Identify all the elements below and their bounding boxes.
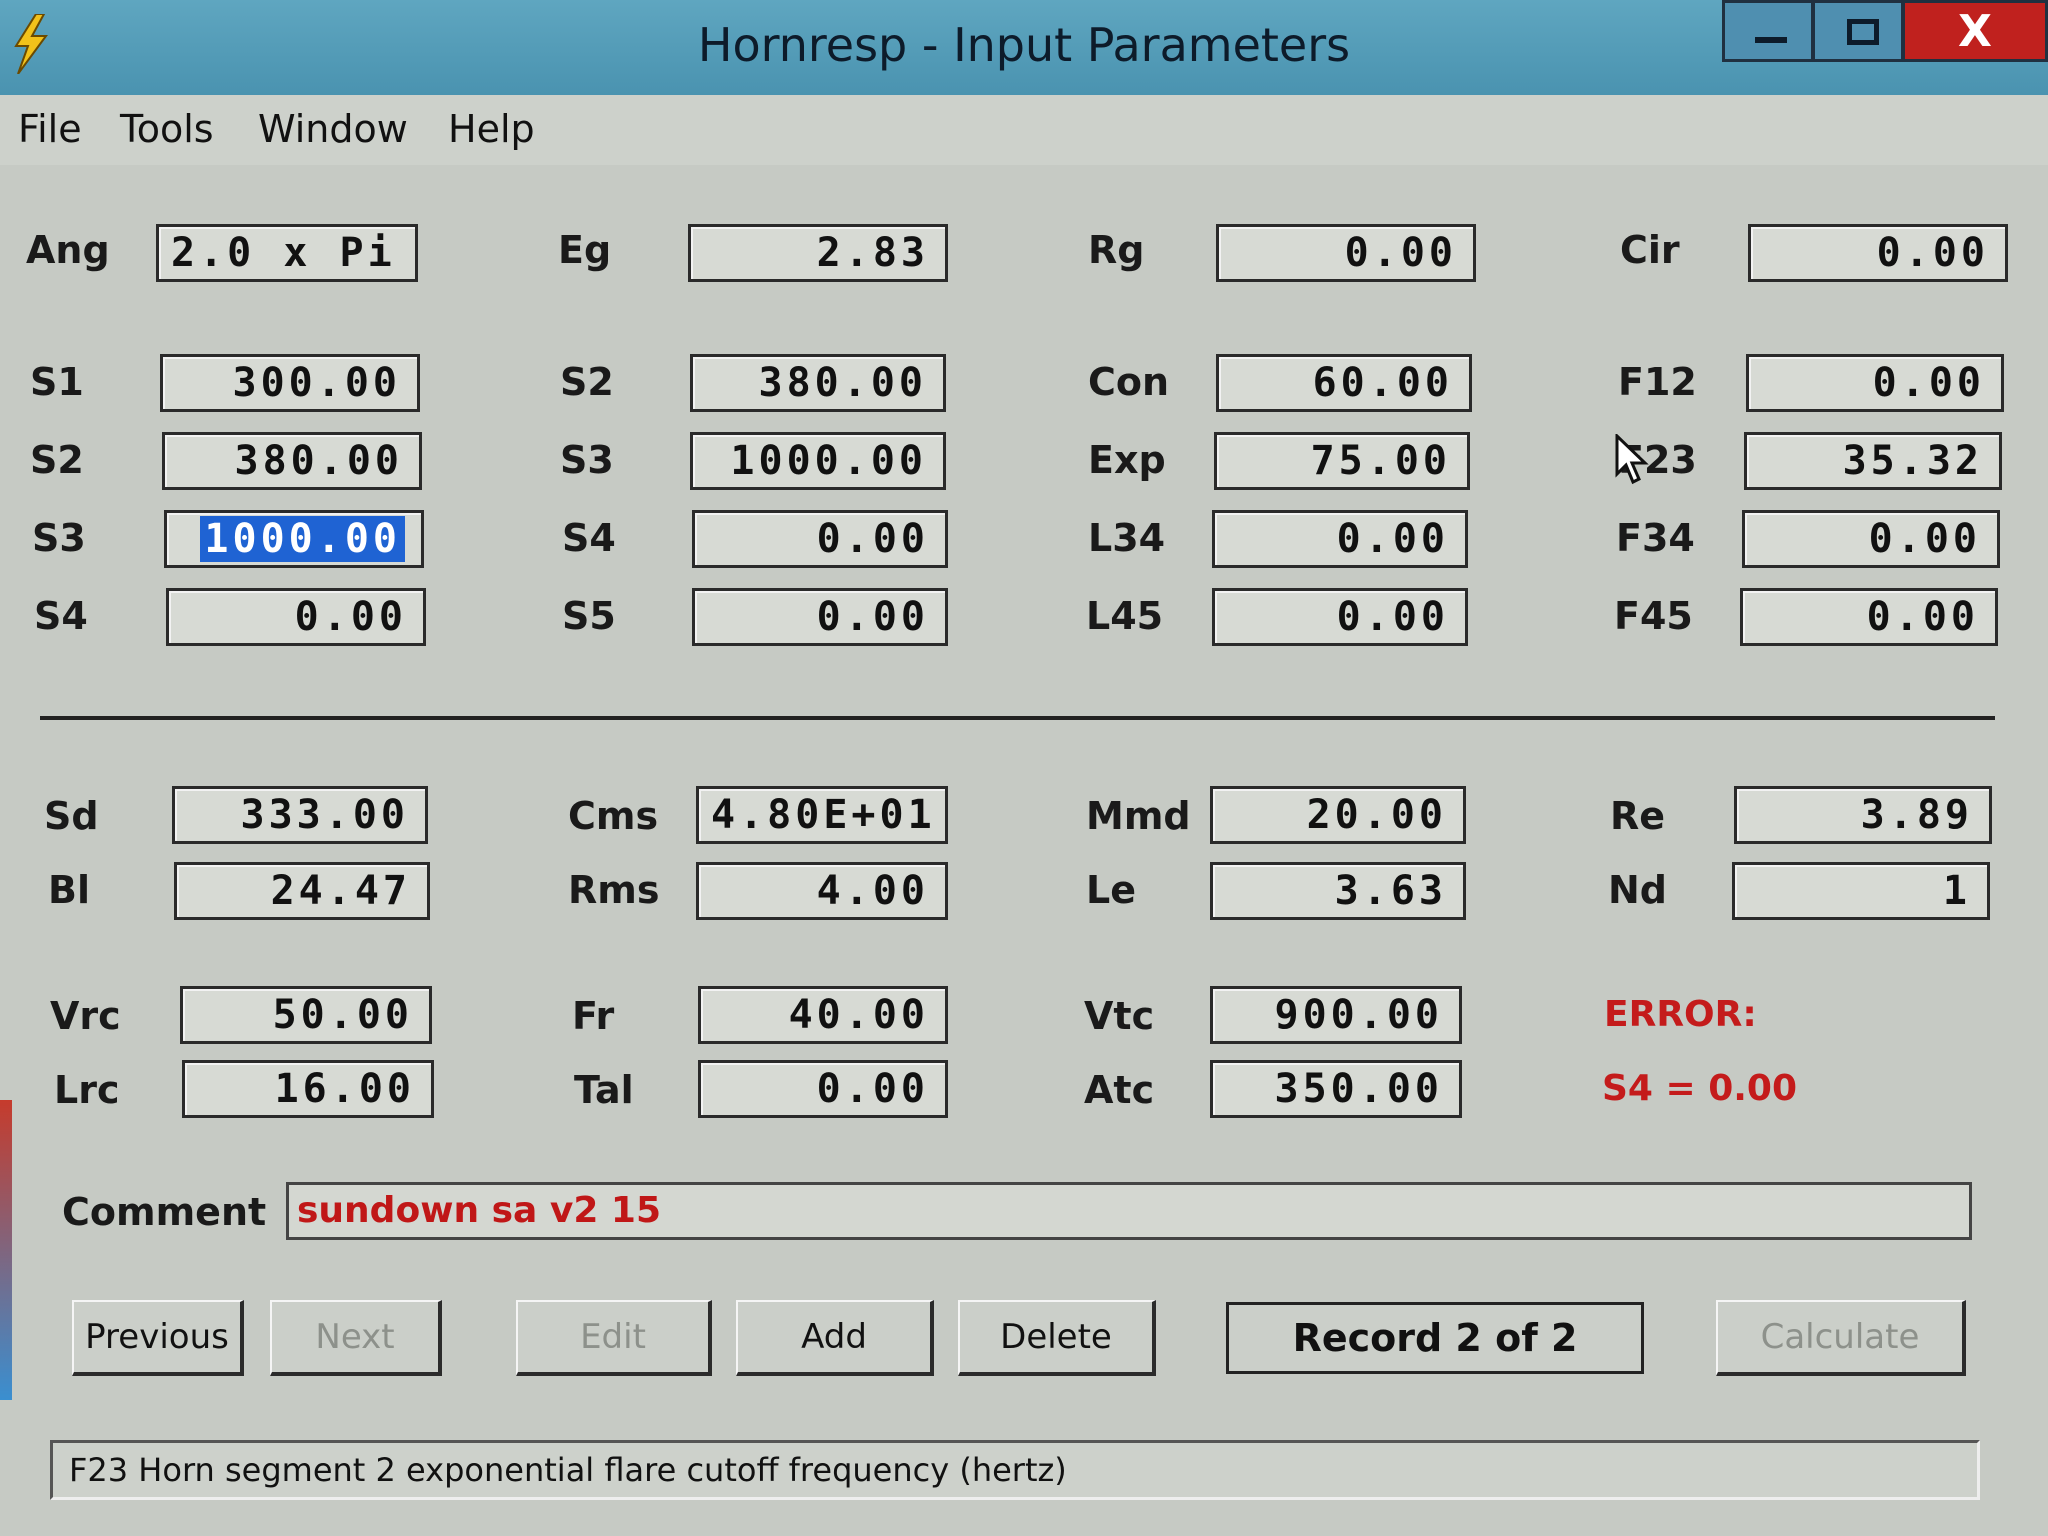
menu-file[interactable]: File (18, 107, 82, 151)
maximize-button[interactable] (1812, 0, 1904, 62)
s1-field[interactable]: 300.00 (160, 354, 420, 412)
drv3-col1-label: Vrc (50, 994, 121, 1038)
drv2-col3-label: Le (1086, 868, 1136, 912)
f45-field[interactable]: 0.00 (1740, 588, 1998, 646)
row3-col1-label: S3 (32, 516, 86, 560)
drv1-col3-label: Mmd (1086, 794, 1191, 838)
title-bar[interactable]: Hornresp - Input Parameters X (0, 0, 2048, 95)
lrc-field[interactable]: 16.00 (182, 1060, 434, 1118)
vrc-field[interactable]: 50.00 (180, 986, 432, 1044)
drv2-col2-label: Rms (568, 868, 660, 912)
l45-field[interactable]: 0.00 (1212, 588, 1468, 646)
drv4-col3-label: Atc (1084, 1068, 1155, 1112)
row3-col3-label: L34 (1088, 516, 1166, 560)
s2-field[interactable]: 380.00 (690, 354, 946, 412)
add-button[interactable]: Add (736, 1300, 934, 1376)
drv1-col1-label: Sd (44, 794, 99, 838)
calculate-button[interactable]: Calculate (1716, 1300, 1966, 1376)
background-edge (0, 1100, 12, 1400)
menu-help[interactable]: Help (448, 107, 535, 151)
vtc-field[interactable]: 900.00 (1210, 986, 1462, 1044)
next-button[interactable]: Next (270, 1300, 442, 1376)
eg-field[interactable]: 2.83 (688, 224, 948, 282)
nd-field[interactable]: 1 (1732, 862, 1990, 920)
f23-field[interactable]: 35.32 (1744, 432, 2002, 490)
row4-col2-label: S5 (562, 594, 616, 638)
row1-col3-label: Con (1088, 360, 1170, 404)
comment-field[interactable]: sundown sa v2 15 (286, 1182, 1972, 1240)
selected-text: 1000.00 (200, 516, 405, 562)
close-button[interactable]: X (1902, 0, 2048, 62)
row2-col1-label: S2 (30, 438, 84, 482)
row2-col3-label: Exp (1088, 438, 1166, 482)
con-field[interactable]: 60.00 (1216, 354, 1472, 412)
drv2-col1-label: Bl (48, 868, 90, 912)
hornresp-window: Hornresp - Input Parameters X File Tools… (0, 0, 2048, 1536)
drv1-col4-label: Re (1610, 794, 1666, 838)
sd-field[interactable]: 333.00 (172, 786, 428, 844)
f34-field[interactable]: 0.00 (1742, 510, 2000, 568)
row1-col2-label: S2 (560, 360, 614, 404)
row4-col3-label: L45 (1086, 594, 1164, 638)
error-title: ERROR: (1604, 994, 1757, 1035)
drv3-col3-label: Vtc (1084, 994, 1155, 1038)
eg-label: Eg (558, 228, 612, 272)
close-icon: X (1958, 6, 1992, 57)
mmd-field[interactable]: 20.00 (1210, 786, 1466, 844)
row1-col1-label: S1 (30, 360, 84, 404)
fr-field[interactable]: 40.00 (698, 986, 948, 1044)
bl-field[interactable]: 24.47 (174, 862, 430, 920)
ang-label: Ang (26, 228, 110, 272)
row3-col2-label: S4 (562, 516, 616, 560)
cir-label: Cir (1620, 228, 1680, 272)
edit-button[interactable]: Edit (516, 1300, 712, 1376)
error-message: S4 = 0.00 (1602, 1068, 1798, 1109)
section-divider (40, 716, 1995, 720)
minimize-icon (1755, 37, 1787, 43)
row2-col2-label: S3 (560, 438, 614, 482)
drv1-col2-label: Cms (568, 794, 659, 838)
s3-field[interactable]: 1000.00 (690, 432, 946, 490)
drv2-col4-label: Nd (1608, 868, 1668, 912)
s4-field-b[interactable]: 0.00 (166, 588, 426, 646)
le-field[interactable]: 3.63 (1210, 862, 1466, 920)
s2-field-b[interactable]: 380.00 (162, 432, 422, 490)
s5-field[interactable]: 0.00 (692, 588, 948, 646)
menu-window[interactable]: Window (258, 107, 408, 151)
l34-field[interactable]: 0.00 (1212, 510, 1468, 568)
status-bar: F23 Horn segment 2 exponential flare cut… (50, 1440, 1980, 1500)
menu-bar: File Tools Window Help (0, 95, 2048, 165)
drv4-col1-label: Lrc (54, 1068, 120, 1112)
cir-field[interactable]: 0.00 (1748, 224, 2008, 282)
record-indicator: Record 2 of 2 (1226, 1302, 1644, 1374)
re-field[interactable]: 3.89 (1734, 786, 1992, 844)
comment-label: Comment (62, 1190, 267, 1234)
previous-button[interactable]: Previous (72, 1300, 244, 1376)
mouse-pointer-icon (1615, 432, 1651, 486)
menu-tools[interactable]: Tools (120, 107, 214, 151)
s3-field-selected[interactable]: 1000.00 (164, 510, 424, 568)
row1-col4-label: F12 (1618, 360, 1697, 404)
drv3-col2-label: Fr (572, 994, 615, 1038)
tal-field[interactable]: 0.00 (698, 1060, 948, 1118)
f12-field[interactable]: 0.00 (1746, 354, 2004, 412)
row3-col4-label: F34 (1616, 516, 1695, 560)
ang-field[interactable]: 2.0 x Pi (156, 224, 418, 282)
rg-field[interactable]: 0.00 (1216, 224, 1476, 282)
maximize-icon (1847, 19, 1879, 45)
drv4-col2-label: Tal (574, 1068, 634, 1112)
delete-button[interactable]: Delete (958, 1300, 1156, 1376)
exp-field[interactable]: 75.00 (1214, 432, 1470, 490)
row4-col1-label: S4 (34, 594, 88, 638)
rms-field[interactable]: 4.00 (696, 862, 948, 920)
s4-field[interactable]: 0.00 (692, 510, 948, 568)
rg-label: Rg (1088, 228, 1145, 272)
minimize-button[interactable] (1722, 0, 1814, 62)
cms-field[interactable]: 4.80E+01 (696, 786, 948, 844)
row4-col4-label: F45 (1614, 594, 1693, 638)
atc-field[interactable]: 350.00 (1210, 1060, 1462, 1118)
